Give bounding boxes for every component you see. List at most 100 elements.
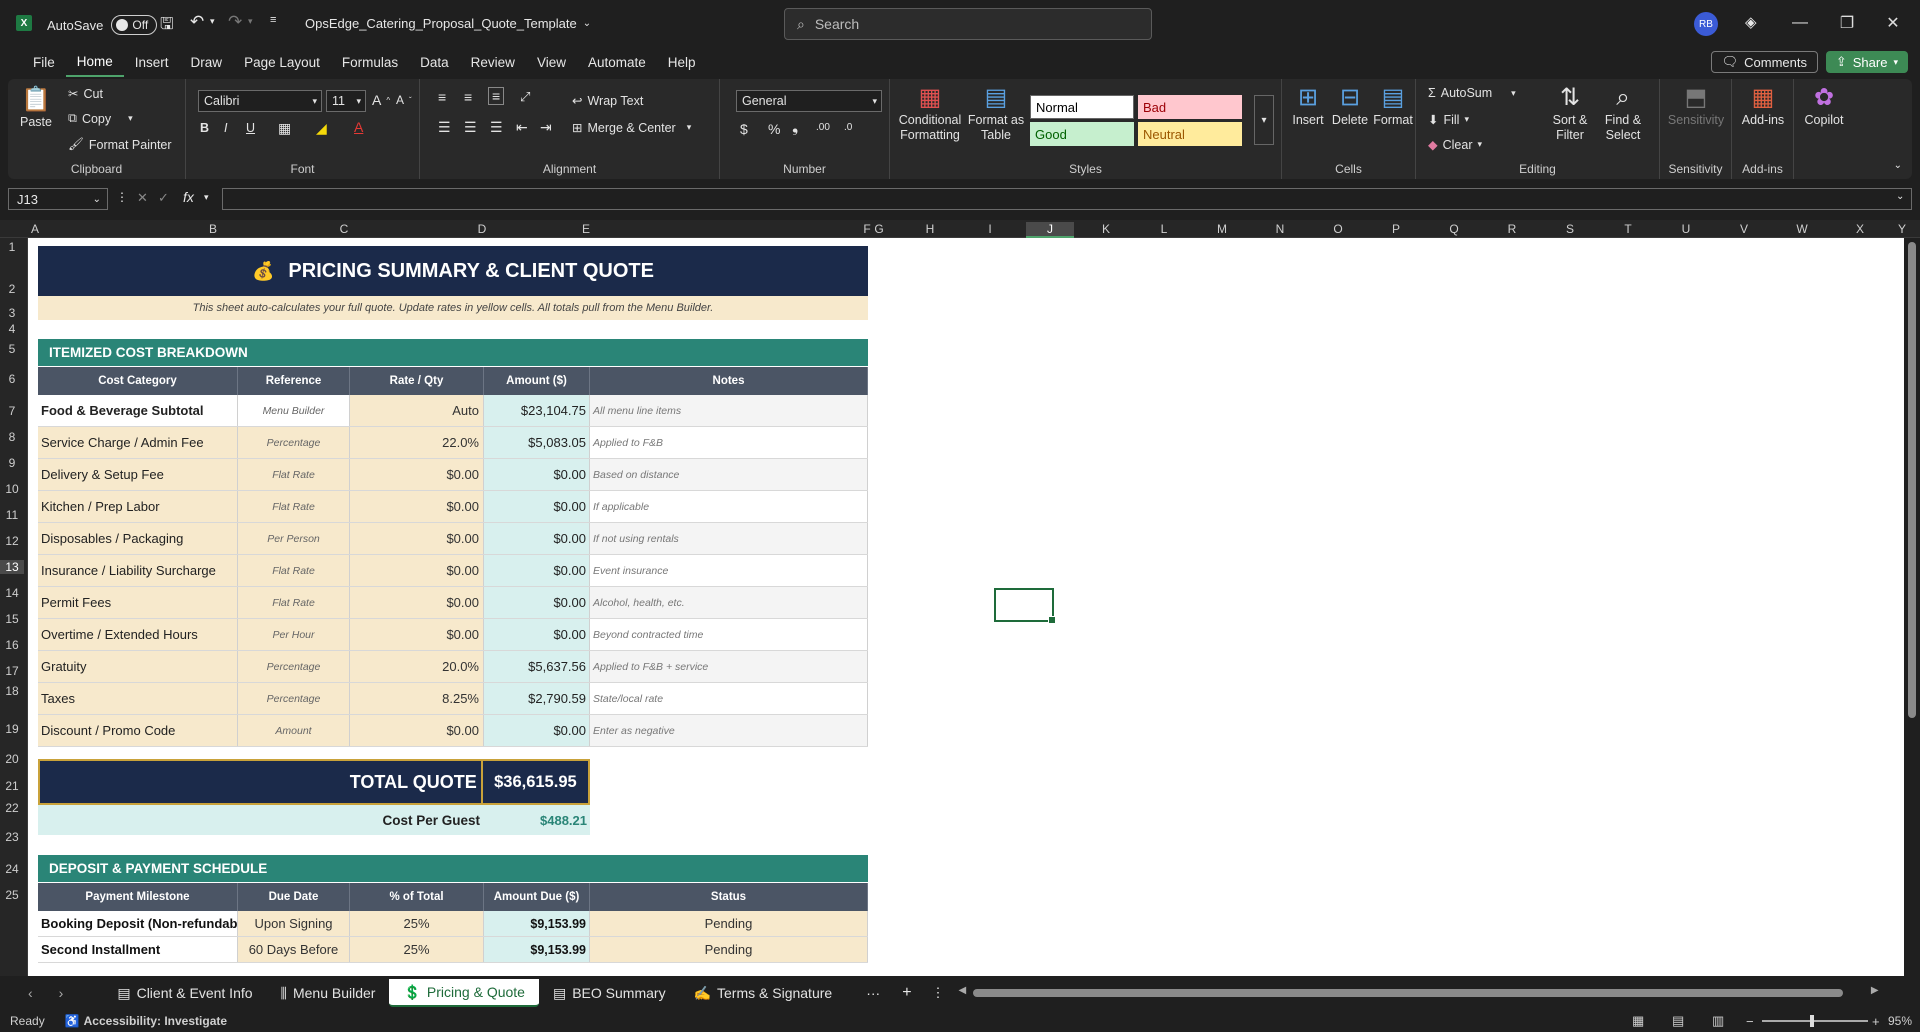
- delete-cells-button[interactable]: ⊟ Delete: [1330, 83, 1370, 128]
- style-good[interactable]: Good: [1030, 122, 1134, 146]
- notes-cell[interactable]: Alcohol, health, etc.: [590, 587, 868, 618]
- expand-formula-icon[interactable]: ⌄: [1896, 191, 1904, 202]
- underline-icon[interactable]: U: [246, 121, 255, 135]
- amount-cell[interactable]: $0.00: [484, 555, 590, 586]
- column-header-v[interactable]: V: [1720, 222, 1768, 236]
- column-header-f[interactable]: F: [727, 222, 1007, 236]
- style-bad[interactable]: Bad: [1138, 95, 1242, 119]
- collapse-ribbon-icon[interactable]: ⌄: [1894, 160, 1902, 171]
- number-format-combo[interactable]: General ▾: [736, 90, 882, 112]
- vertical-scrollbar[interactable]: [1904, 238, 1920, 976]
- row-header-24[interactable]: 24: [0, 862, 24, 876]
- row-header-25[interactable]: 25: [0, 888, 24, 902]
- borders-icon[interactable]: ▦: [278, 120, 291, 137]
- menu-formulas[interactable]: Formulas: [331, 47, 409, 77]
- column-header-m[interactable]: M: [1198, 222, 1246, 236]
- cost-per-guest-value[interactable]: $488.21: [484, 805, 590, 835]
- row-header-23[interactable]: 23: [0, 830, 24, 844]
- close-button[interactable]: ✕: [1878, 10, 1908, 36]
- insert-cells-button[interactable]: ⊞ Insert: [1288, 83, 1328, 128]
- page-break-icon[interactable]: ▥: [1712, 1013, 1724, 1029]
- chevron-down-icon[interactable]: ▾: [204, 192, 209, 203]
- row-header-14[interactable]: 14: [0, 586, 24, 600]
- align-top-icon[interactable]: ≡: [438, 89, 446, 105]
- decrease-indent-icon[interactable]: ⇤: [516, 119, 528, 136]
- row-header-2[interactable]: 2: [0, 282, 24, 296]
- decrease-decimal-icon[interactable]: .0: [844, 122, 852, 133]
- row-header-4[interactable]: 4: [0, 322, 24, 336]
- cost-category-cell[interactable]: Disposables / Packaging: [38, 523, 238, 554]
- reference-cell[interactable]: Percentage: [238, 683, 350, 714]
- scroll-left-icon[interactable]: ◀: [959, 985, 967, 996]
- font-size-combo[interactable]: 11 ▾: [326, 90, 366, 112]
- sheet-tab-menu-builder[interactable]: ⫼ Menu Builder: [267, 979, 390, 1007]
- menu-data[interactable]: Data: [409, 47, 460, 77]
- row-header-15[interactable]: 15: [0, 612, 24, 626]
- row-header-6[interactable]: 6: [0, 372, 24, 386]
- row-header-20[interactable]: 20: [0, 752, 24, 766]
- row-header-17[interactable]: 17: [0, 664, 24, 678]
- increase-indent-icon[interactable]: ⇥: [540, 119, 552, 136]
- reference-cell[interactable]: Flat Rate: [238, 555, 350, 586]
- column-header-i[interactable]: I: [966, 222, 1014, 236]
- grow-font-icon[interactable]: A ^: [372, 92, 390, 108]
- row-header-11[interactable]: 11: [0, 508, 24, 522]
- rate-cell[interactable]: $0.00: [350, 715, 484, 746]
- column-header-h[interactable]: H: [906, 222, 954, 236]
- notes-cell[interactable]: State/local rate: [590, 683, 868, 714]
- orientation-icon[interactable]: ⤢: [520, 89, 530, 105]
- column-header-b[interactable]: B: [138, 222, 288, 236]
- notes-cell[interactable]: Applied to F&B + service: [590, 651, 868, 682]
- zoom-out-icon[interactable]: −: [1746, 1014, 1754, 1029]
- page-layout-icon[interactable]: ▤: [1672, 1013, 1684, 1029]
- cost-category-cell[interactable]: Overtime / Extended Hours: [38, 619, 238, 650]
- column-header-s[interactable]: S: [1546, 222, 1594, 236]
- save-icon[interactable]: 🖫: [160, 13, 174, 40]
- milestone-cell[interactable]: Second Installment: [38, 937, 238, 962]
- increase-decimal-icon[interactable]: .00: [816, 122, 830, 133]
- undo-dropdown-icon[interactable]: ▾: [210, 16, 215, 27]
- redo-dropdown-icon[interactable]: ▾: [248, 16, 253, 27]
- paste-button[interactable]: 📋 Paste: [16, 85, 56, 130]
- menu-draw[interactable]: Draw: [180, 47, 234, 77]
- customize-toolbar-icon[interactable]: ≡: [270, 14, 276, 26]
- row-header-21[interactable]: 21: [0, 779, 24, 793]
- row-header-5[interactable]: 5: [0, 342, 24, 356]
- milestone-cell[interactable]: Booking Deposit (Non-refundab: [38, 911, 238, 936]
- column-header-l[interactable]: L: [1140, 222, 1188, 236]
- sensitivity-button[interactable]: ⬒ Sensitivity: [1666, 83, 1726, 128]
- filename[interactable]: OpsEdge_Catering_Proposal_Quote_Template…: [305, 16, 591, 31]
- zoom-slider[interactable]: [1762, 1015, 1868, 1027]
- align-middle-icon[interactable]: ≡: [464, 89, 472, 105]
- menu-view[interactable]: View: [526, 47, 577, 77]
- reference-cell[interactable]: Flat Rate: [238, 459, 350, 490]
- column-header-p[interactable]: P: [1372, 222, 1420, 236]
- column-header-q[interactable]: Q: [1430, 222, 1478, 236]
- currency-icon[interactable]: $: [740, 121, 748, 137]
- accessibility-status[interactable]: Accessibility: Investigate: [84, 1014, 227, 1028]
- format-cells-button[interactable]: ▤ Format: [1372, 83, 1414, 128]
- column-header-e[interactable]: E: [536, 222, 636, 236]
- total-quote-value[interactable]: $36,615.95: [483, 761, 588, 803]
- share-button[interactable]: ⇪ Share ▾: [1825, 51, 1908, 73]
- clear-button[interactable]: ◆ Clear ▾: [1428, 137, 1482, 153]
- notes-cell[interactable]: If not using rentals: [590, 523, 868, 554]
- reference-cell[interactable]: Per Hour: [238, 619, 350, 650]
- column-header-g[interactable]: G: [872, 222, 886, 236]
- wrap-text-button[interactable]: ↩ Wrap Text: [572, 93, 643, 109]
- align-left-icon[interactable]: ☰: [438, 119, 451, 136]
- due-date-cell[interactable]: Upon Signing: [238, 911, 350, 936]
- sheet-tab-client-event-info[interactable]: ▤ Client & Event Info: [103, 979, 266, 1007]
- rate-cell[interactable]: 8.25%: [350, 683, 484, 714]
- cancel-entry-icon[interactable]: ✕: [137, 190, 148, 206]
- menu-home[interactable]: Home: [65, 47, 124, 77]
- more-options-icon[interactable]: ⋮: [116, 190, 128, 204]
- notes-cell[interactable]: Beyond contracted time: [590, 619, 868, 650]
- scroll-thumb[interactable]: [1908, 242, 1916, 718]
- name-box[interactable]: J13 ⌄: [8, 188, 108, 210]
- column-header-u[interactable]: U: [1662, 222, 1710, 236]
- column-header-k[interactable]: K: [1082, 222, 1130, 236]
- cost-category-cell[interactable]: Taxes: [38, 683, 238, 714]
- notes-cell[interactable]: Enter as negative: [590, 715, 868, 746]
- amount-cell[interactable]: $0.00: [484, 619, 590, 650]
